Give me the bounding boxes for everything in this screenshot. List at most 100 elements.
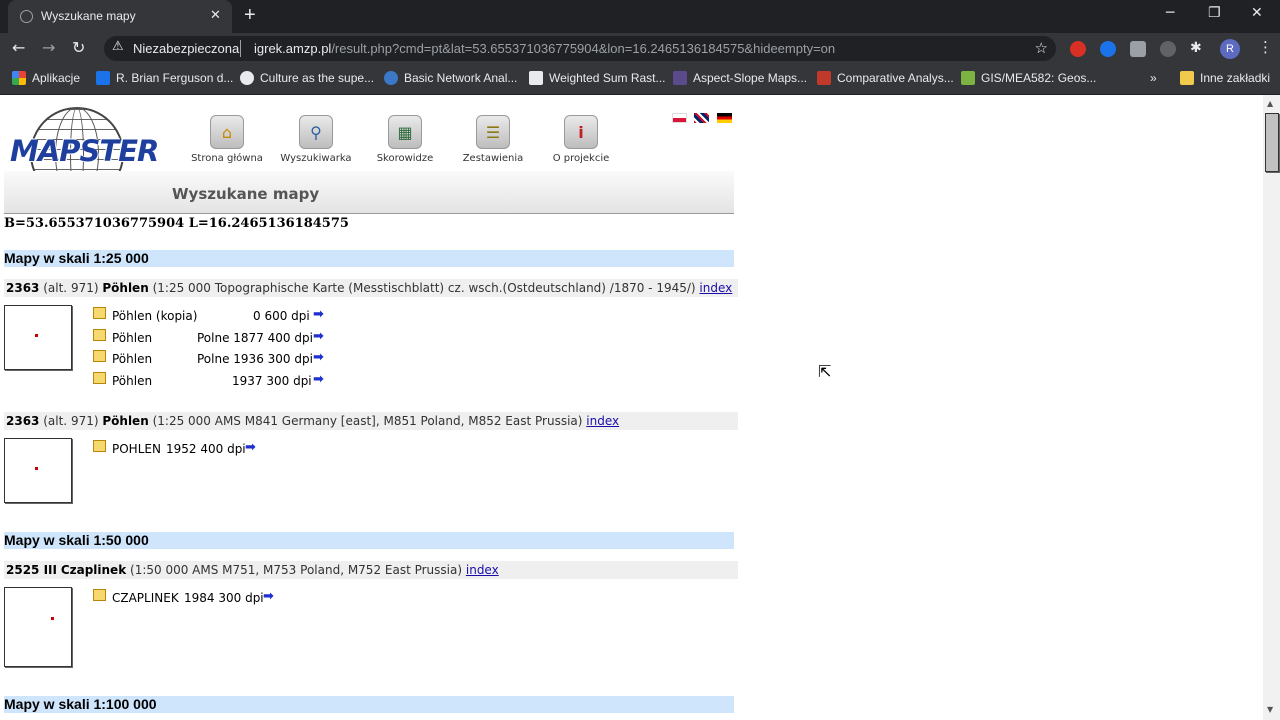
bookmark-item[interactable]: Culture as the supe... — [240, 71, 374, 85]
index-link[interactable]: index — [699, 281, 732, 295]
sheet-name: Czaplinek — [60, 563, 127, 577]
nav-label: Skorowidze — [376, 153, 434, 164]
window-close-icon[interactable]: ✕ — [1251, 5, 1263, 21]
index-link[interactable]: index — [586, 414, 619, 428]
map-entry-info: 1952 400 dpi — [166, 442, 246, 456]
sheet-thumbnail[interactable] — [4, 587, 72, 667]
nav-lists[interactable]: ☰ Zestawienia — [448, 115, 538, 164]
magnifier-icon: ⚲ — [299, 115, 333, 149]
tab-strip: Wyszukane mapy ✕ + ─ ❐ ✕ — [0, 0, 1280, 33]
bookmark-item[interactable]: Comparative Analys... — [817, 71, 954, 85]
extension-compass-icon[interactable] — [1100, 41, 1116, 57]
toolbar: ← → ↻ ⚠ Niezabezpieczona igrek.amzp.pl/r… — [0, 33, 1280, 64]
sheet-thumbnail[interactable] — [4, 305, 72, 370]
security-label[interactable]: Niezabezpieczona — [133, 41, 239, 56]
map-entry: Pöhlen Polne 1936 300 dpi ➡ — [93, 350, 333, 366]
nav-search[interactable]: ⚲ Wyszukiwarka — [271, 115, 361, 164]
map-entry-info: 1937 300 dpi — [232, 374, 312, 388]
nav-home[interactable]: ⌂ Strona główna — [182, 115, 272, 164]
map-entry: Pöhlen (kopia) 0 600 dpi ➡ — [93, 307, 333, 323]
german-flag-icon[interactable] — [717, 113, 732, 123]
map-entry-name: Pöhlen — [112, 352, 153, 366]
restore-icon[interactable]: ❐ — [1208, 5, 1221, 21]
address-divider — [240, 40, 241, 57]
nav-about[interactable]: i O projekcie — [536, 115, 626, 164]
map-file-icon — [93, 350, 106, 362]
index-link[interactable]: index — [466, 563, 499, 577]
arrow-right-icon[interactable]: ➡ — [263, 589, 274, 605]
map-entry-info: Polne 1877 400 dpi — [197, 331, 313, 345]
new-tab-icon[interactable]: + — [244, 4, 256, 27]
extension-print-icon[interactable] — [1130, 41, 1146, 57]
mouse-cursor-icon: ⇱ — [818, 362, 832, 381]
arrow-right-icon[interactable]: ➡ — [245, 440, 256, 456]
scale-heading-100k: Mapy w skali 1:100 000 — [4, 696, 734, 713]
profile-avatar[interactable]: R — [1220, 39, 1240, 59]
tab-close-icon[interactable]: ✕ — [210, 8, 221, 23]
scroll-up-icon[interactable]: ▲ — [1267, 99, 1273, 108]
map-entry-name: Pöhlen — [112, 331, 153, 345]
bookmark-star-icon[interactable]: ☆ — [1035, 39, 1048, 57]
coordinates: B=53.655371036775904 L=16.2465136184575 — [4, 216, 349, 231]
sheet-header: 2363 (alt. 971) Pöhlen (1:25 000 AMS M84… — [4, 412, 738, 430]
arrow-right-icon[interactable]: ➡ — [313, 329, 324, 345]
grid-map-icon: ▦ — [388, 115, 422, 149]
nav-label: Zestawienia — [462, 153, 524, 164]
map-entry: CZAPLINEK 1984 300 dpi ➡ — [93, 589, 293, 605]
vertical-scrollbar[interactable]: ▲ ▼ — [1263, 95, 1280, 720]
sheet-alt: (alt. 971) — [43, 414, 99, 428]
active-tab[interactable]: Wyszukane mapy ✕ — [8, 0, 232, 33]
map-entry-name: POHLEN — [112, 442, 161, 456]
extension-grey-icon[interactable] — [1160, 41, 1176, 57]
arrow-right-icon[interactable]: ➡ — [313, 372, 324, 388]
bookmark-item[interactable]: Aspect-Slope Maps... — [673, 71, 807, 85]
forward-icon[interactable]: → — [42, 38, 55, 57]
nav-indexes[interactable]: ▦ Skorowidze — [360, 115, 450, 164]
back-icon[interactable]: ← — [12, 38, 25, 57]
tab-title: Wyszukane mapy — [41, 9, 136, 23]
arrow-right-icon[interactable]: ➡ — [313, 307, 324, 323]
map-file-icon — [93, 372, 106, 384]
sheet-header: 2525 III Czaplinek (1:50 000 AMS M751, M… — [4, 561, 738, 579]
bookmark-item[interactable]: Weighted Sum Rast... — [529, 71, 666, 85]
folder-icon — [1180, 71, 1194, 85]
apps-grid-icon — [12, 71, 26, 85]
reload-icon[interactable]: ↻ — [72, 38, 85, 57]
scrollbar-thumb[interactable] — [1265, 113, 1279, 172]
sheet-thumbnail[interactable] — [4, 438, 72, 503]
map-file-icon — [93, 329, 106, 341]
bookmark-item[interactable]: R. Brian Ferguson d... — [96, 71, 233, 85]
sheet-number: 2525 III — [6, 563, 57, 577]
url-host: igrek.amzp.pl — [254, 41, 332, 56]
english-flag-icon[interactable] — [694, 113, 709, 123]
wordpress-icon — [384, 71, 398, 85]
list-document-icon: ☰ — [476, 115, 510, 149]
scroll-down-icon[interactable]: ▼ — [1267, 705, 1273, 714]
map-entry: POHLEN 1952 400 dpi ➡ — [93, 440, 273, 456]
sheet-alt: (alt. 971) — [43, 281, 99, 295]
arrow-right-icon[interactable]: ➡ — [313, 350, 324, 366]
map-file-icon — [93, 589, 106, 601]
map-entry: Pöhlen 1937 300 dpi ➡ — [93, 372, 333, 388]
address-bar[interactable]: ⚠ Niezabezpieczona igrek.amzp.pl/result.… — [104, 36, 1056, 61]
url-text[interactable]: igrek.amzp.pl/result.php?cmd=pt&lat=53.6… — [254, 41, 835, 56]
polish-flag-icon[interactable] — [672, 113, 687, 123]
extension-red-icon[interactable] — [1070, 41, 1086, 57]
nav-label: Strona główna — [191, 153, 263, 164]
bookmark-favicon-icon — [817, 71, 831, 85]
minimize-icon[interactable]: ─ — [1166, 5, 1174, 21]
bookmark-item[interactable]: GIS/MEA582: Geos... — [961, 71, 1096, 85]
page-header: Wyszukane mapy — [4, 171, 734, 214]
warning-icon[interactable]: ⚠ — [112, 39, 124, 54]
sheet-name: Pöhlen — [102, 281, 149, 295]
sheet-description: (1:50 000 AMS M751, M753 Poland, M752 Ea… — [130, 563, 463, 577]
bookmark-item[interactable]: Basic Network Anal... — [384, 71, 517, 85]
map-entry-name: CZAPLINEK — [112, 591, 179, 605]
other-bookmarks[interactable]: Inne zakładki — [1180, 71, 1270, 85]
sheet-number: 2363 — [6, 281, 40, 295]
url-path: /result.php?cmd=pt&lat=53.65537103677590… — [331, 41, 836, 56]
extensions-puzzle-icon[interactable]: ✱ — [1190, 40, 1202, 56]
bookmark-apps[interactable]: Aplikacje — [12, 71, 80, 85]
more-bookmarks-icon[interactable]: » — [1150, 71, 1157, 85]
menu-icon[interactable]: ⋮ — [1258, 38, 1273, 56]
